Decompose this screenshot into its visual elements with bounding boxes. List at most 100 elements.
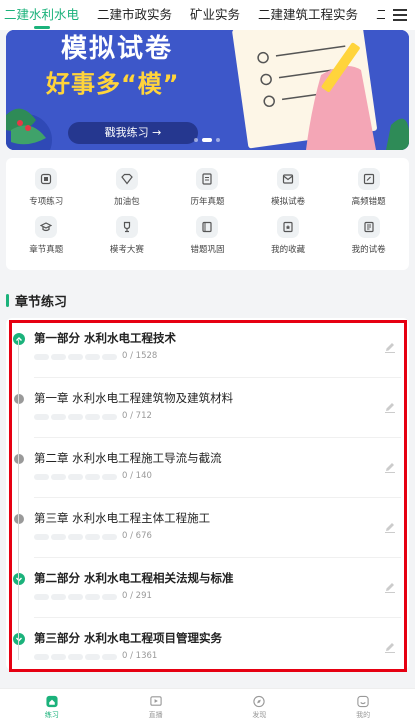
home-icon (46, 695, 58, 708)
progress-dashes (34, 654, 117, 660)
chapter-count: 0 / 140 (122, 471, 152, 481)
nav-label: 练习 (44, 711, 59, 719)
grid-item-my-papers[interactable]: 我的试卷 (328, 216, 409, 264)
banner-title: 模拟试卷 (61, 34, 174, 64)
nav-label: 发现 (252, 711, 267, 719)
book-icon (196, 216, 219, 238)
progress-dashes (34, 414, 117, 420)
pencil-icon[interactable] (383, 520, 397, 534)
grid-item-mistake-review[interactable]: 错题巩固 (167, 216, 248, 264)
live-icon (149, 696, 162, 706)
timeline-dot (14, 394, 24, 404)
chevron-up-icon[interactable] (13, 333, 25, 345)
nav-label: 我的 (356, 711, 371, 719)
chapter-count: 0 / 676 (122, 531, 152, 541)
grid-item-frequent-mistakes[interactable]: 高频错题 (328, 168, 409, 216)
pencil-icon[interactable] (383, 580, 397, 594)
target-icon (35, 168, 58, 190)
section-accent-bar (6, 293, 9, 307)
nav-label: 直播 (148, 711, 163, 719)
chapter-count: 0 / 1528 (122, 351, 158, 361)
progress-dashes (34, 354, 117, 360)
chapter-row[interactable]: 第一部分 水利水电工程技术 0 / 1528 (6, 318, 409, 378)
bookmark-icon (277, 216, 300, 238)
chapter-name: 第一部分 水利水电工程技术 (34, 331, 177, 345)
timeline-dot (14, 514, 24, 524)
nav-profile[interactable]: 我的 (311, 689, 415, 720)
chapter-timeline-line (18, 340, 19, 660)
grid-label: 章节真题 (29, 245, 64, 255)
bottom-nav: 练习 直播 发现 我的 (0, 688, 415, 720)
progress-dashes (34, 594, 117, 600)
section-title: 章节练习 (15, 294, 68, 310)
menu-icon[interactable] (385, 0, 415, 30)
banner-subtitle: 好事多“模” (46, 70, 180, 98)
grid-item-past-exams[interactable]: 历年真题 (167, 168, 248, 216)
banner-pagination (194, 138, 220, 142)
chapter-name: 第三章 水利水电工程主体工程施工 (34, 511, 211, 525)
pencil-icon[interactable] (383, 460, 397, 474)
tab-shizheng-shiwu[interactable]: 二建市政实务 (97, 0, 172, 30)
pencil-icon[interactable] (383, 400, 397, 414)
grid-label: 加油包 (114, 197, 140, 207)
tab-erjian-gongcheng[interactable]: 二建工程 (376, 0, 385, 30)
banner-cta-button[interactable]: 戳我练习 → (68, 122, 198, 144)
tab-shuili-shuidian[interactable]: 二建水利水电 (4, 0, 79, 30)
chapter-name: 第二章 水利水电工程施工导流与截流 (34, 451, 222, 465)
grid-item-mock-exam[interactable]: 模拟试卷 (248, 168, 329, 216)
banner-dot (216, 138, 220, 142)
feature-grid: 专项练习 加油包 历年真题 模拟试卷 高频错题 章节真题 模考大赛 错题巩固 我… (6, 158, 409, 264)
chapter-list: 第一部分 水利水电工程技术 0 / 1528 第一章 水利水电工程建筑物及建筑材… (6, 318, 409, 670)
document-icon (196, 168, 219, 190)
grid-label: 历年真题 (190, 197, 225, 207)
chevron-down-icon[interactable] (13, 573, 25, 585)
chapter-row[interactable]: 第三章 水利水电工程主体工程施工 0 / 676 (6, 498, 409, 558)
feature-grid-card: 专项练习 加油包 历年真题 模拟试卷 高频错题 章节真题 模考大赛 错题巩固 我… (6, 158, 409, 270)
pencil-icon[interactable] (383, 340, 397, 354)
envelope-icon (277, 168, 300, 190)
grid-label: 专项练习 (29, 197, 64, 207)
promo-banner[interactable]: 模拟试卷 好事多“模” 戳我练习 → (6, 30, 409, 150)
grid-item-mock-contest[interactable]: 模考大赛 (87, 216, 168, 264)
paper-icon (357, 216, 380, 238)
graduation-icon (35, 216, 58, 238)
chapter-row[interactable]: 第一章 水利水电工程建筑物及建筑材料 0 / 712 (6, 378, 409, 438)
profile-icon (357, 695, 369, 708)
section-header: 章节练习 (6, 286, 67, 314)
category-tabs-bar: 二建水利水电 二建市政实务 矿业实务 二建建筑工程实务 二建工程 (0, 0, 415, 30)
chapter-row[interactable]: 第二章 水利水电工程施工导流与截流 0 / 140 (6, 438, 409, 498)
chapter-row[interactable]: 第三部分 水利水电工程项目管理实务 0 / 1361 (6, 618, 409, 670)
chapter-count: 0 / 1361 (122, 651, 158, 661)
progress-dashes (34, 474, 117, 480)
banner-dot (194, 138, 198, 142)
grid-item-special-practice[interactable]: 专项练习 (6, 168, 87, 216)
chapter-name: 第二部分 水利水电工程相关法规与标准 (34, 571, 234, 585)
diamond-icon (115, 168, 138, 190)
trophy-icon (115, 216, 138, 238)
nav-discover[interactable]: 发现 (208, 689, 312, 720)
grid-label: 我的试卷 (351, 245, 386, 255)
tab-kuangye-shiwu[interactable]: 矿业实务 (190, 0, 240, 30)
pencil-icon[interactable] (383, 640, 397, 654)
grid-item-chapter-exams[interactable]: 章节真题 (6, 216, 87, 264)
grid-label: 模拟试卷 (271, 197, 306, 207)
grid-label: 模考大赛 (109, 245, 144, 255)
nav-live[interactable]: 直播 (104, 689, 208, 720)
nav-practice[interactable]: 练习 (0, 689, 104, 720)
edit-icon (357, 168, 380, 190)
banner-dot-active (202, 138, 212, 142)
grid-label: 高频错题 (351, 197, 386, 207)
timeline-dot (14, 454, 24, 464)
category-tabs: 二建水利水电 二建市政实务 矿业实务 二建建筑工程实务 二建工程 (0, 0, 385, 30)
chevron-down-icon[interactable] (13, 633, 25, 645)
progress-dashes (34, 534, 117, 540)
grid-item-boost-pack[interactable]: 加油包 (87, 168, 168, 216)
chapter-count: 0 / 712 (122, 411, 152, 421)
compass-icon (253, 695, 266, 708)
chapter-name: 第三部分 水利水电工程项目管理实务 (34, 631, 223, 645)
grid-item-my-favorites[interactable]: 我的收藏 (248, 216, 329, 264)
chapter-row[interactable]: 第二部分 水利水电工程相关法规与标准 0 / 291 (6, 558, 409, 618)
chapter-name: 第一章 水利水电工程建筑物及建筑材料 (34, 391, 234, 405)
tab-jianzhu-gongcheng-shiwu[interactable]: 二建建筑工程实务 (258, 0, 358, 30)
chapter-count: 0 / 291 (122, 591, 152, 601)
